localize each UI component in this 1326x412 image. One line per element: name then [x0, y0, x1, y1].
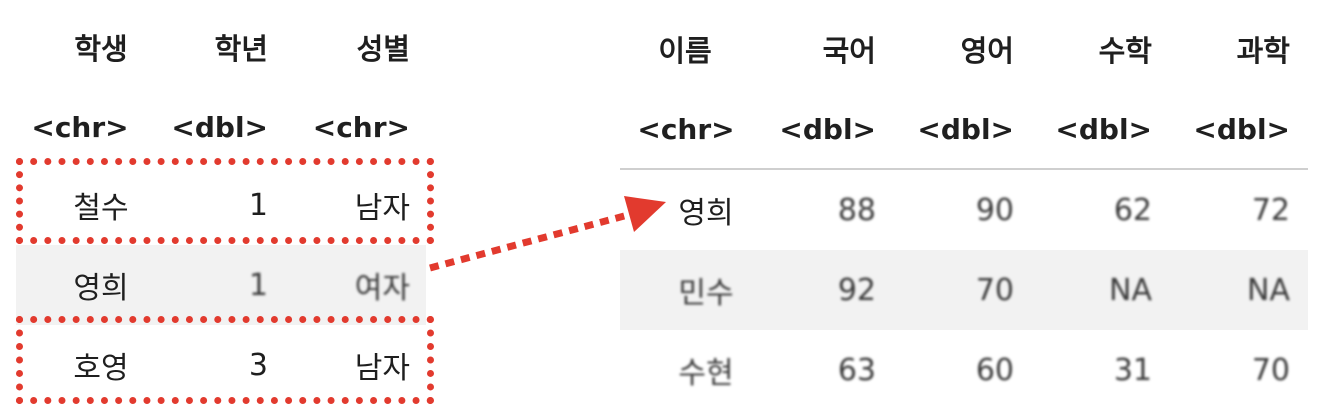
right-table-row: 수현 63 60 31 70 — [620, 330, 1308, 410]
right-header-science: 과학 — [1236, 34, 1290, 68]
right-type-korean: <dbl> — [779, 112, 876, 146]
right-header-english: 영어 — [960, 34, 1014, 68]
right-type-science: <dbl> — [1193, 112, 1290, 146]
right-cell-science: 70 — [1251, 352, 1290, 388]
right-cell-english: 60 — [975, 352, 1014, 388]
right-cell-science: 72 — [1251, 192, 1290, 228]
right-type-row: <chr> <dbl> <dbl> <dbl> <dbl> — [620, 104, 1308, 154]
right-cell-name: 수현 — [678, 356, 734, 391]
right-cell-english: 70 — [975, 272, 1014, 308]
right-cell-korean: 92 — [837, 272, 876, 308]
right-cell-science: NA — [1247, 272, 1290, 308]
right-cell-name: 영희 — [678, 196, 734, 231]
right-header-korean: 국어 — [822, 34, 876, 68]
right-cell-english: 90 — [975, 192, 1014, 228]
right-type-math: <dbl> — [1055, 112, 1152, 146]
right-header-name: 이름 — [658, 34, 712, 68]
right-type-english: <dbl> — [917, 112, 1014, 146]
right-cell-korean: 63 — [837, 352, 876, 388]
right-cell-math: 62 — [1113, 192, 1152, 228]
right-type-name: <chr> — [637, 112, 735, 146]
right-cell-name: 민수 — [678, 276, 734, 311]
right-table-row: 민수 92 70 NA NA — [620, 250, 1308, 330]
right-cell-korean: 88 — [837, 192, 876, 228]
match-arrow-line — [429, 211, 629, 272]
right-header-row: 이름 국어 영어 수학 과학 — [620, 24, 1308, 74]
right-table: 이름 국어 영어 수학 과학 <chr> <dbl> <dbl> <dbl> <… — [620, 0, 1310, 412]
right-cell-math: NA — [1109, 272, 1152, 308]
right-table-row: 영희 88 90 62 72 — [620, 170, 1308, 250]
right-header-math: 수학 — [1098, 34, 1152, 68]
right-cell-math: 31 — [1113, 352, 1152, 388]
